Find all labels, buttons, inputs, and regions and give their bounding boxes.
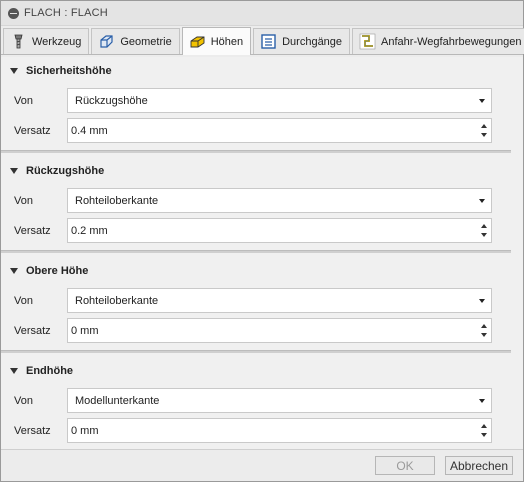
section-title: Sicherheitshöhe [26, 65, 112, 77]
operation-dialog: FLACH : FLACH Werkzeug Geometrie Höhen D… [0, 0, 524, 482]
tab-label: Geometrie [120, 35, 172, 48]
section-header[interactable]: Obere Höhe [10, 265, 88, 277]
tab-geometrie[interactable]: Geometrie [91, 28, 180, 54]
section-divider [1, 150, 511, 153]
von-value: Rohteiloberkante [75, 294, 159, 307]
versatz-value: 0.2 mm [71, 224, 108, 237]
cancel-button[interactable]: Abbrechen [445, 456, 513, 475]
section-endhoehe: Endhöhe Von Modellunterkante Versatz 0 m… [1, 357, 523, 457]
ok-button[interactable]: OK [375, 456, 435, 475]
section-title: Endhöhe [26, 365, 74, 377]
collapse-icon[interactable] [8, 7, 19, 19]
dropdown-arrow-icon[interactable] [479, 299, 485, 303]
spin-up-icon[interactable] [481, 324, 487, 328]
section-title: Rückzugshöhe [26, 165, 105, 177]
section-title: Obere Höhe [26, 265, 89, 277]
tab-bar: Werkzeug Geometrie Höhen Durchgänge Anfa… [1, 27, 524, 55]
versatz-value: 0 mm [71, 424, 99, 437]
tab-label: Anfahr-Wegfahrbewegungen [381, 35, 522, 48]
title-bar[interactable]: FLACH : FLACH [1, 1, 523, 26]
geometry-icon [100, 35, 113, 48]
von-label: Von [14, 395, 33, 407]
versatz-label: Versatz [14, 325, 51, 337]
von-select[interactable]: Modellunterkante [67, 388, 492, 413]
versatz-label: Versatz [14, 225, 51, 237]
expand-triangle-icon[interactable] [10, 368, 18, 374]
spin-down-icon[interactable] [481, 333, 487, 337]
section-header[interactable]: Rückzugshöhe [10, 165, 104, 177]
tab-anfahr-wegfahrbewegungen[interactable]: Anfahr-Wegfahrbewegungen [352, 28, 524, 54]
von-value: Modellunterkante [75, 394, 160, 407]
von-value: Rohteiloberkante [75, 194, 159, 207]
tool-icon [14, 34, 23, 49]
tab-werkzeug[interactable]: Werkzeug [3, 28, 90, 54]
section-header[interactable]: Endhöhe [10, 365, 73, 377]
section-divider [1, 250, 511, 253]
spin-up-icon[interactable] [481, 424, 487, 428]
section-divider [1, 350, 511, 353]
versatz-label: Versatz [14, 425, 51, 437]
heights-icon [190, 36, 205, 48]
spin-down-icon[interactable] [481, 133, 487, 137]
spin-down-icon[interactable] [481, 233, 487, 237]
spinner-buttons[interactable] [478, 220, 490, 241]
tab-durchgaenge[interactable]: Durchgänge [253, 28, 351, 54]
von-label: Von [14, 295, 33, 307]
dropdown-arrow-icon[interactable] [479, 399, 485, 403]
tab-label: Höhen [210, 35, 244, 48]
versatz-input[interactable]: 0.4 mm [67, 118, 492, 143]
versatz-value: 0 mm [71, 324, 99, 337]
expand-triangle-icon[interactable] [10, 268, 18, 274]
versatz-value: 0.4 mm [71, 124, 108, 137]
versatz-label: Versatz [14, 125, 51, 137]
dialog-title: FLACH : FLACH [24, 7, 108, 19]
versatz-input[interactable]: 0 mm [67, 418, 492, 443]
tab-hoehen[interactable]: Höhen [181, 27, 252, 55]
von-select[interactable]: Rohteiloberkante [67, 188, 492, 213]
section-obere-hoehe: Obere Höhe Von Rohteiloberkante Versatz … [1, 257, 523, 357]
von-select[interactable]: Rückzugshöhe [67, 88, 492, 113]
spin-up-icon[interactable] [481, 124, 487, 128]
linking-icon [359, 33, 376, 50]
expand-triangle-icon[interactable] [10, 168, 18, 174]
von-value: Rückzugshöhe [75, 94, 148, 107]
versatz-input[interactable]: 0.2 mm [67, 218, 492, 243]
versatz-input[interactable]: 0 mm [67, 318, 492, 343]
spinner-buttons[interactable] [478, 120, 490, 141]
expand-triangle-icon[interactable] [10, 68, 18, 74]
von-select[interactable]: Rohteiloberkante [67, 288, 492, 313]
section-sicherheitshoehe: Sicherheitshöhe Von Rückzugshöhe Versatz… [1, 57, 523, 157]
tab-label: Werkzeug [32, 35, 82, 48]
tab-content: Sicherheitshöhe Von Rückzugshöhe Versatz… [1, 57, 523, 449]
spin-down-icon[interactable] [481, 433, 487, 437]
von-label: Von [14, 195, 33, 207]
dropdown-arrow-icon[interactable] [479, 99, 485, 103]
section-header[interactable]: Sicherheitshöhe [10, 65, 112, 77]
dropdown-arrow-icon[interactable] [479, 199, 485, 203]
dialog-footer: OK Abbrechen [1, 449, 523, 481]
section-rueckzugshoehe: Rückzugshöhe Von Rohteiloberkante Versat… [1, 157, 523, 257]
tab-label: Durchgänge [282, 35, 343, 48]
spinner-buttons[interactable] [478, 420, 490, 441]
spin-up-icon[interactable] [481, 224, 487, 228]
spinner-buttons[interactable] [478, 320, 490, 341]
passes-icon [261, 34, 276, 49]
von-label: Von [14, 95, 33, 107]
